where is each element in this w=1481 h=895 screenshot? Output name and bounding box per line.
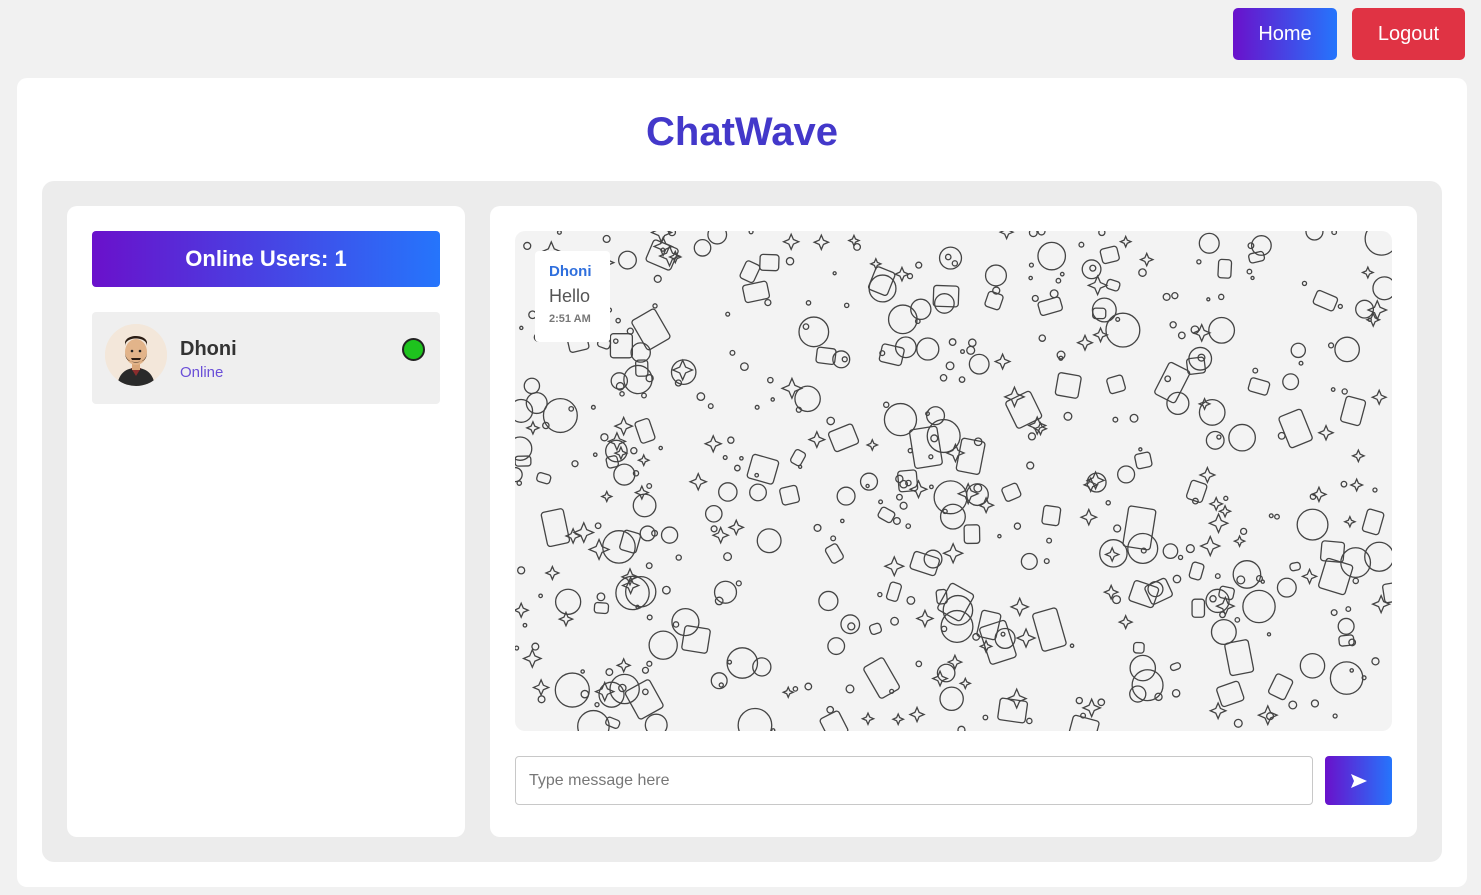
- logout-button[interactable]: Logout: [1352, 8, 1465, 60]
- chat-container: Online Users: 1 Dhoni Online Dhoni Hello…: [42, 181, 1442, 862]
- user-avatar: [105, 324, 167, 386]
- send-button[interactable]: [1325, 756, 1392, 805]
- message-sender: Dhoni: [549, 263, 592, 280]
- online-users-header: Online Users: 1: [92, 231, 440, 287]
- chat-panel: Dhoni Hello 2:51 AM: [490, 206, 1417, 837]
- online-users-panel: Online Users: 1 Dhoni Online: [67, 206, 465, 837]
- message-area[interactable]: Dhoni Hello 2:51 AM: [515, 231, 1392, 731]
- message-bubble: Dhoni Hello 2:51 AM: [535, 251, 610, 342]
- main-card: ChatWave Online Users: 1 Dhoni Online Dh…: [17, 78, 1467, 887]
- message-input[interactable]: [515, 756, 1313, 805]
- user-list-item[interactable]: Dhoni Online: [92, 312, 440, 404]
- user-name: Dhoni: [180, 338, 237, 360]
- message-text: Hello: [549, 286, 591, 306]
- message-time: 2:51 AM: [549, 313, 591, 325]
- app-title: ChatWave: [646, 110, 838, 154]
- doodle-background-icon: [515, 231, 1392, 731]
- online-status-icon: [402, 338, 425, 361]
- send-arrow-icon: [1350, 773, 1367, 788]
- home-button[interactable]: Home: [1233, 8, 1337, 60]
- user-status: Online: [180, 364, 224, 381]
